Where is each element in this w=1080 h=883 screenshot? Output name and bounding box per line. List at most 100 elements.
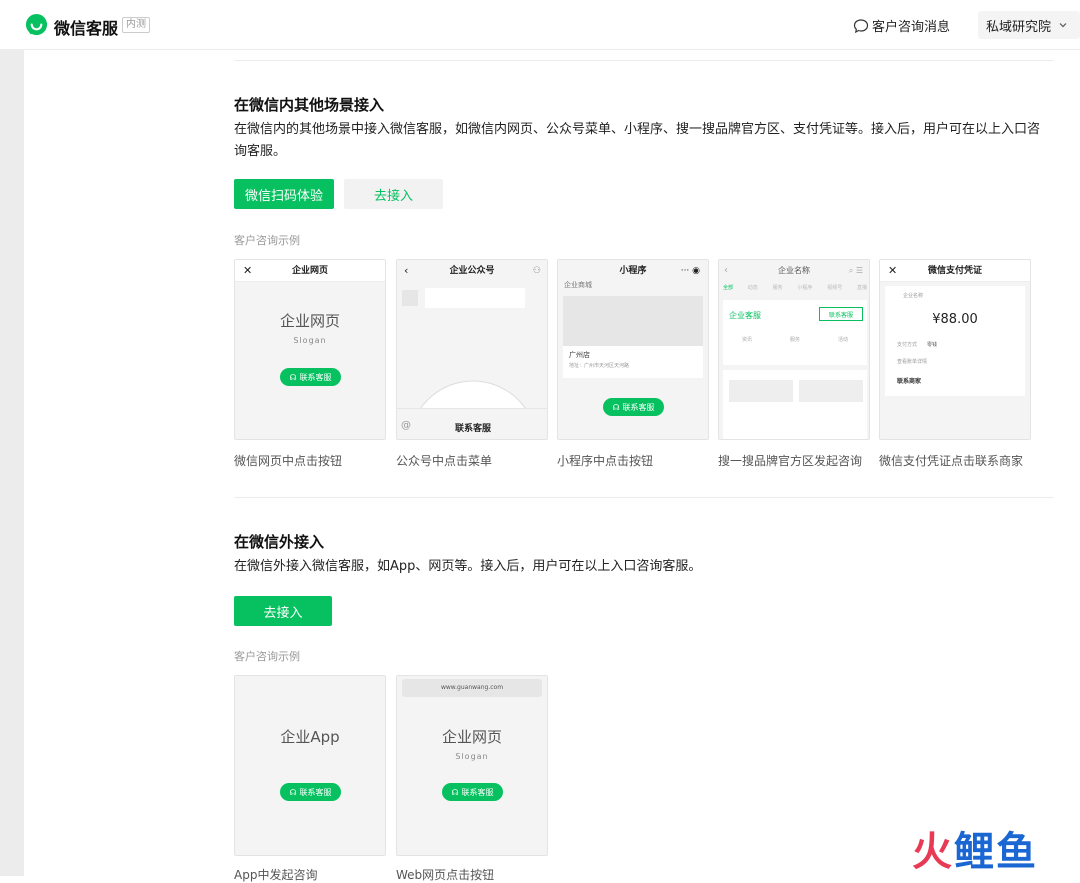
shop-label: 企业商城 (564, 281, 592, 289)
bill-details: 查看账单详情 (897, 359, 928, 365)
watermark-char: 鲤 (954, 829, 996, 875)
pill-label: 联系客服 (299, 787, 332, 797)
chevron-left-icon: ‹ (404, 264, 409, 277)
example-card-webpage: ✕ 企业网页 企业网页 Slogan ☊ 联系客服 (234, 259, 386, 440)
brand-tab: 小程序 (797, 285, 813, 291)
example-card-search-brand: ‹ 企业名称 ⌕ ☰ 全部 动态 服务 小程序 视频号 直播 企业客服 联系客服… (718, 259, 870, 440)
contact-service-pill: ☊ 联系客服 (442, 783, 503, 801)
example-label-out: 客户咨询示例 (234, 650, 300, 663)
watermark-logo: 火鲤鱼 (912, 830, 1038, 874)
card-big-text: 企业网页 (441, 728, 502, 746)
watermark-char: 火 (912, 829, 954, 875)
example-card-official-account: ‹ 企业公众号 ⚇ @ 联系客服 (396, 259, 548, 440)
pay-method-value: 零钱 (927, 342, 938, 348)
customer-messages-link[interactable]: 客户咨询消息 (853, 16, 950, 35)
left-rail (0, 50, 24, 876)
brand-tab: 直播 (856, 285, 867, 291)
wechat-service-logo-icon (25, 14, 48, 36)
content-thumb (729, 380, 793, 402)
service-name: 企业客服 (729, 311, 761, 320)
content-thumb (799, 380, 863, 402)
card-header-title: 小程序 (619, 266, 647, 276)
scan-experience-button[interactable]: 微信扫码体验 (234, 179, 334, 209)
store-card: 广州店 地址：广州市天河区天河路 (563, 346, 703, 378)
brand-tab: 服务 (772, 285, 783, 291)
beta-badge: 内测 (122, 17, 150, 33)
close-icon: ✕ (243, 264, 253, 277)
account-dropdown[interactable]: 私域研究院 (978, 11, 1080, 39)
card-big-text: 企业App (280, 728, 340, 746)
store-address: 地址：广州市天河区天河路 (569, 363, 630, 369)
card-slogan: Slogan (455, 752, 489, 761)
card-header-title: 企业名称 (778, 266, 810, 275)
card-header: 小程序 ··· ◉ (558, 260, 708, 282)
brand-content-area (723, 370, 867, 439)
example-card-mini-program: 小程序 ··· ◉ 企业商城 广州店 地址：广州市天河区天河路 ☊ 联系客服 (557, 259, 709, 440)
account-name: 私域研究院 (986, 19, 1052, 35)
brand-icon-label: 活动 (837, 337, 848, 343)
card-big-text: 企业网页 (279, 312, 340, 330)
brand-icon-label: 资讯 (741, 337, 752, 343)
contact-merchant: 联系商家 (897, 378, 922, 385)
card-caption: 搜一搜品牌官方区发起咨询 (718, 454, 863, 468)
card-header: ‹ 企业名称 ⌕ ☰ (719, 260, 869, 282)
connect-out-button[interactable]: 去接入 (234, 596, 332, 626)
chevron-down-icon (1059, 23, 1067, 28)
banner-placeholder (563, 296, 703, 346)
capsule-menu-icon: ··· ◉ (680, 266, 700, 276)
example-label-in: 客户咨询示例 (234, 234, 300, 247)
brand-card: 企业客服 联系客服 资讯 服务 活动 (723, 300, 867, 365)
brand-tabs: 全部 动态 服务 小程序 视频号 直播 (723, 284, 867, 291)
avatar (402, 290, 418, 306)
contact-service-pill: ☊ 联系客服 (280, 368, 341, 386)
section-in-description: 在微信内的其他场景中接入微信客服，如微信内网页、公众号菜单、小程序、搜一搜品牌官… (234, 122, 1041, 159)
chat-bubble-icon (853, 18, 869, 33)
payment-amount: ¥88.00 (932, 312, 978, 327)
card-caption: 小程序中点击按钮 (557, 454, 654, 468)
example-card-payment-voucher: ✕ 微信支付凭证 企业名称 ¥88.00 支付方式 零钱 查看账单详情 联系商家 (879, 259, 1031, 440)
brand-icons-row: 资讯 服务 活动 (723, 336, 867, 343)
brand-icon-label: 服务 (789, 337, 800, 343)
sidebar-panel (24, 50, 204, 876)
section-divider (234, 497, 1054, 498)
brand-tab: 视频号 (827, 285, 843, 291)
example-card-app: 企业App ☊ 联系客服 (234, 675, 386, 856)
card-header: ‹ 企业公众号 ⚇ (397, 260, 547, 282)
card-slogan: Slogan (293, 336, 327, 345)
pill-label: 联系客服 (828, 311, 853, 319)
top-divider (234, 60, 1054, 61)
contact-service-pill: ☊ 联系客服 (603, 398, 664, 416)
person-icon: ⚇ (532, 266, 541, 276)
headset-icon: ☊ (451, 787, 459, 797)
menu-contact-label: 联系客服 (454, 424, 491, 434)
app-title: 微信客服 (54, 19, 119, 38)
card-caption: 公众号中点击菜单 (396, 454, 493, 468)
top-bar: 微信客服 内测 客户咨询消息 私域研究院 (0, 0, 1080, 50)
pill-label: 联系客服 (299, 372, 332, 382)
card-header: ✕ 企业网页 (235, 260, 385, 282)
watermark-char: 鱼 (996, 829, 1038, 875)
pill-label: 联系客服 (461, 787, 494, 797)
merchant-name: 企业名称 (903, 293, 924, 299)
search-icon: ⌕ ☰ (848, 266, 863, 275)
brand-tab: 动态 (747, 285, 758, 291)
headset-icon: ☊ (289, 372, 297, 382)
headset-icon: ☊ (289, 787, 297, 797)
url-bar: www.guanwang.com (402, 679, 542, 697)
card-caption: Web网页点击按钮 (396, 868, 495, 882)
card-header-title: 企业网页 (291, 266, 328, 276)
example-card-web: www.guanwang.com 企业网页 Slogan ☊ 联系客服 (396, 675, 548, 856)
voucher-body: 企业名称 ¥88.00 支付方式 零钱 查看账单详情 联系商家 (885, 286, 1025, 396)
section-out-title: 在微信外接入 (234, 533, 325, 551)
pay-method-label: 支付方式 (897, 342, 918, 348)
chevron-left-icon: ‹ (724, 265, 728, 276)
contact-service-chip: 联系客服 (819, 307, 863, 321)
connect-in-button[interactable]: 去接入 (344, 179, 443, 209)
contact-service-pill: ☊ 联系客服 (280, 783, 341, 801)
store-name: 广州店 (569, 351, 590, 359)
brand-tab: 全部 (723, 285, 734, 291)
message-bubble (425, 288, 525, 308)
section-out-description: 在微信外接入微信客服，如App、网页等。接入后，用户可在以上入口咨询客服。 (234, 559, 702, 574)
card-caption: 微信网页中点击按钮 (234, 454, 343, 468)
customer-messages-label: 客户咨询消息 (872, 20, 951, 35)
